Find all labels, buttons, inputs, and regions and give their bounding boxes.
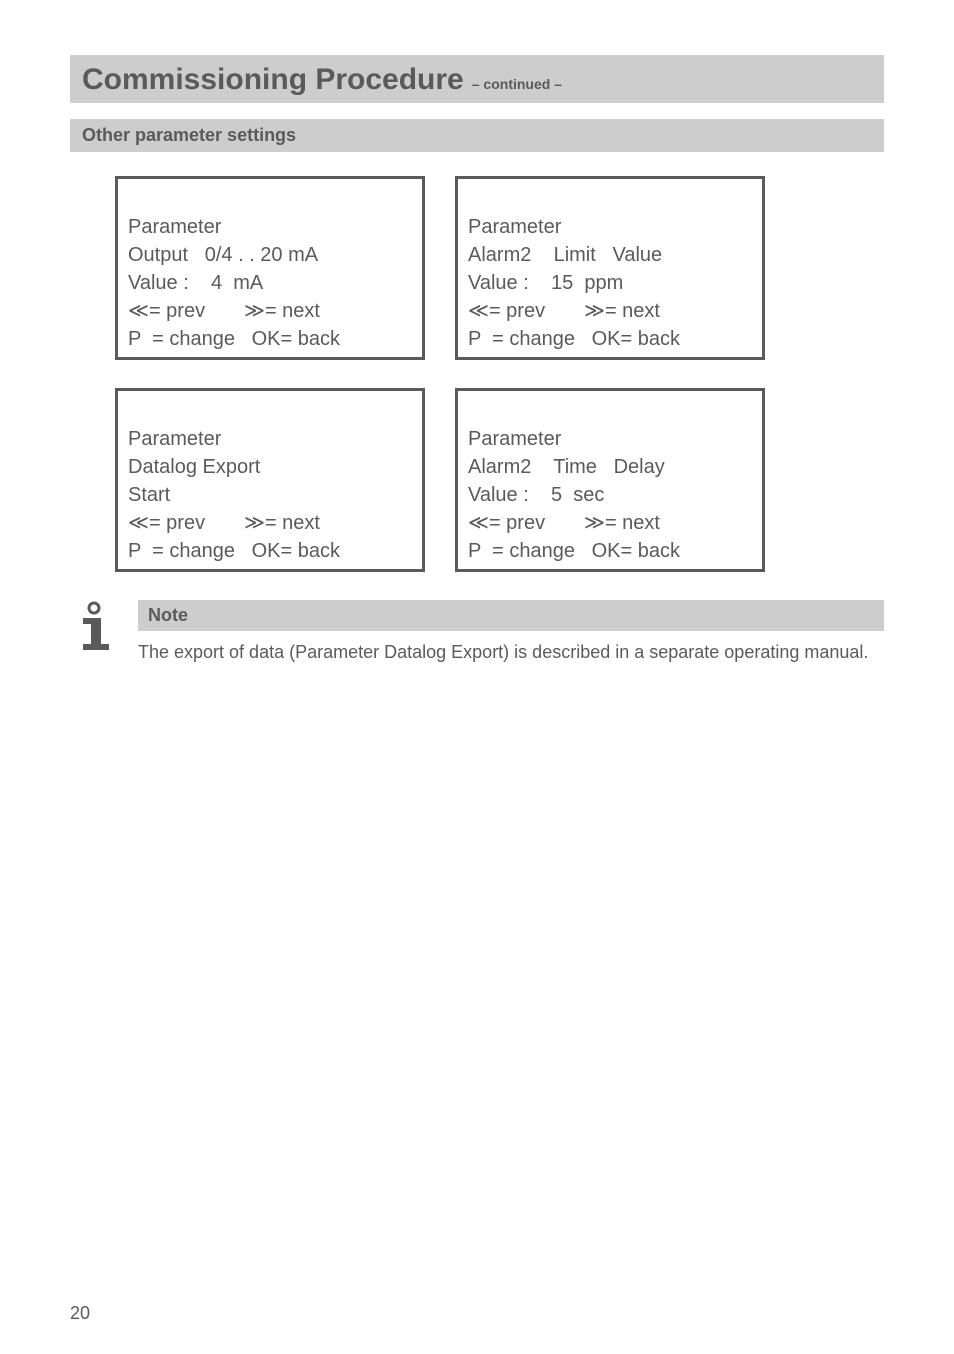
nav-ok: OK= back bbox=[592, 328, 680, 350]
screen-line: Alarm2 Limit Value bbox=[468, 244, 662, 266]
nav-p: P = change bbox=[128, 540, 235, 562]
screen-line: Value : 15 ppm bbox=[468, 272, 623, 294]
note-title-bar: Note bbox=[138, 600, 884, 631]
note-title: Note bbox=[148, 605, 188, 625]
prev-icon: ≪ bbox=[128, 510, 149, 534]
nav-next: = next bbox=[605, 512, 660, 534]
info-icon bbox=[70, 600, 118, 654]
screen-row-bottom: Parameter Datalog Export Start ≪= prev ≫… bbox=[115, 388, 884, 572]
screen-row-top: Parameter Output 0/4 . . 20 mA Value : 4… bbox=[115, 176, 884, 360]
lcd-screen-datalog: Parameter Datalog Export Start ≪= prev ≫… bbox=[115, 388, 425, 572]
lcd-screen-alarm-delay: Parameter Alarm2 Time Delay Value : 5 se… bbox=[455, 388, 765, 572]
page-subtitle: – continued – bbox=[472, 76, 562, 92]
nav-prev: = prev bbox=[149, 512, 205, 534]
prev-icon: ≪ bbox=[468, 510, 489, 534]
prev-icon: ≪ bbox=[128, 298, 149, 322]
screen-line: Value : 4 mA bbox=[128, 272, 263, 294]
screen-line: Parameter bbox=[128, 428, 221, 450]
nav-ok: OK= back bbox=[252, 540, 340, 562]
note-text: The export of data (Parameter Datalog Ex… bbox=[138, 641, 884, 664]
lcd-screen-alarm-limit: Parameter Alarm2 Limit Value Value : 15 … bbox=[455, 176, 765, 360]
section-heading-bar: Other parameter settings bbox=[70, 119, 884, 152]
nav-prev: = prev bbox=[489, 300, 545, 322]
lcd-screen-output: Parameter Output 0/4 . . 20 mA Value : 4… bbox=[115, 176, 425, 360]
screen-line: Alarm2 Time Delay bbox=[468, 456, 665, 478]
screen-line: Parameter bbox=[128, 216, 221, 238]
nav-ok: OK= back bbox=[592, 540, 680, 562]
nav-p: P = change bbox=[468, 540, 575, 562]
nav-p: P = change bbox=[128, 328, 235, 350]
nav-p: P = change bbox=[468, 328, 575, 350]
nav-next: = next bbox=[265, 300, 320, 322]
page-title: Commissioning Procedure bbox=[82, 63, 464, 97]
screen-line: Datalog Export bbox=[128, 456, 260, 478]
screen-line: Start bbox=[128, 484, 170, 506]
nav-prev: = prev bbox=[149, 300, 205, 322]
section-heading: Other parameter settings bbox=[82, 125, 296, 145]
next-icon: ≫ bbox=[244, 298, 265, 322]
note-body: Note The export of data (Parameter Datal… bbox=[138, 600, 884, 664]
next-icon: ≫ bbox=[244, 510, 265, 534]
screen-line: Parameter bbox=[468, 428, 561, 450]
prev-icon: ≪ bbox=[468, 298, 489, 322]
nav-ok: OK= back bbox=[252, 328, 340, 350]
note-block: Note The export of data (Parameter Datal… bbox=[70, 600, 884, 664]
nav-prev: = prev bbox=[489, 512, 545, 534]
page-number: 20 bbox=[70, 1303, 90, 1324]
next-icon: ≫ bbox=[584, 298, 605, 322]
nav-next: = next bbox=[265, 512, 320, 534]
screen-line: Parameter bbox=[468, 216, 561, 238]
next-icon: ≫ bbox=[584, 510, 605, 534]
screen-line: Output 0/4 . . 20 mA bbox=[128, 244, 318, 266]
nav-next: = next bbox=[605, 300, 660, 322]
page-title-bar: Commissioning Procedure – continued – bbox=[70, 55, 884, 103]
screen-line: Value : 5 sec bbox=[468, 484, 604, 506]
